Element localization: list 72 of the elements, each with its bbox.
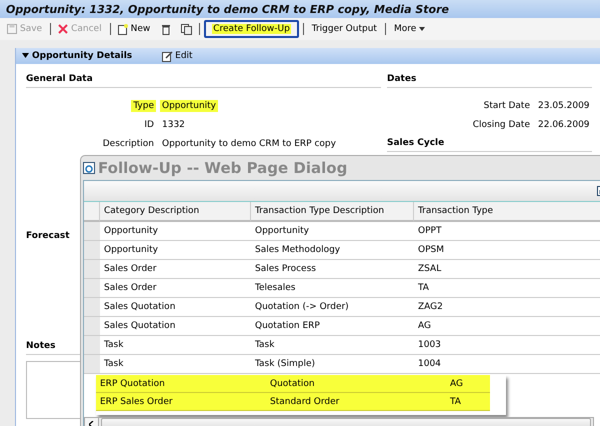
field-label: ID xyxy=(143,118,155,130)
row-selector[interactable] xyxy=(84,241,100,260)
section-title: Forecast xyxy=(26,231,70,241)
collapse-icon[interactable] xyxy=(22,53,29,58)
table-header xyxy=(84,202,100,222)
column-header[interactable]: Category Description xyxy=(100,202,251,222)
field-label: Start Date xyxy=(482,100,531,112)
row-selector[interactable] xyxy=(84,336,100,355)
table-cell: Sales Order xyxy=(100,279,251,298)
row-selector[interactable] xyxy=(84,279,100,298)
table-cell: Opportunity xyxy=(100,222,251,241)
table-cell-text: ERP Sales Order xyxy=(100,396,174,406)
table-cell: OPPT xyxy=(414,222,600,241)
table-cell: Quotation ERP xyxy=(251,317,414,336)
field-value: Opportunity xyxy=(160,100,218,112)
section-title: Sales Cycle xyxy=(387,134,592,152)
table-cell: Task (Simple) xyxy=(251,355,414,374)
cross-icon xyxy=(58,24,68,34)
window-title: Opportunity: 1332, Opportunity to demo CRM to ERP copy, Media Store xyxy=(0,0,600,18)
column-header[interactable]: Transaction Type Description xyxy=(251,202,414,222)
table-cell: Sales Process xyxy=(251,260,414,279)
table-cell: Sales Methodology xyxy=(251,241,414,260)
field-value: 23.05.2009 xyxy=(537,100,591,112)
table-cell: ZAG2 xyxy=(414,298,600,317)
section-title: Dates xyxy=(387,70,592,88)
field-label: Closing Date xyxy=(472,118,531,130)
toolbar-button[interactable]: Trigger Output xyxy=(308,22,381,36)
table-cell: Task xyxy=(100,355,251,374)
table-cell: Opportunity xyxy=(100,241,251,260)
table-cell: 1004 xyxy=(414,355,600,374)
row-selector[interactable] xyxy=(84,355,100,374)
table-cell: 1003 xyxy=(414,336,600,355)
browser-icon xyxy=(83,162,95,174)
field-label: Description xyxy=(102,138,155,150)
table-cell: Quotation (-> Order) xyxy=(251,298,414,317)
table-cell-text: AG xyxy=(450,378,464,388)
toolbar-button[interactable]: More xyxy=(390,22,428,36)
table-cell: Sales Quotation xyxy=(100,317,251,336)
table-cell-text: ERP Quotation xyxy=(100,378,166,388)
table-cell: Task xyxy=(251,336,414,355)
dialog-title: Follow-Up -- Web Page Dialog xyxy=(98,159,348,177)
table-cell: TA xyxy=(414,279,600,298)
table-cell: Sales Order xyxy=(100,260,251,279)
toolbar-button[interactable]: Create Follow-Up xyxy=(204,20,299,38)
table-cell: Telesales xyxy=(251,279,414,298)
field-value: Opportunity to demo CRM to ERP copy xyxy=(161,138,337,150)
dropdown-icon xyxy=(419,26,426,32)
edit-button[interactable]: Edit xyxy=(162,50,193,62)
table-cell: AG xyxy=(414,317,600,336)
table-cell: OPSM xyxy=(414,241,600,260)
toolbar-button[interactable]: New xyxy=(114,22,154,36)
field-value: 22.06.2009 xyxy=(537,118,591,130)
section-title: General Data xyxy=(26,70,381,88)
table-cell: Task xyxy=(100,336,251,355)
row-selector[interactable] xyxy=(84,222,100,241)
table-cell-text: Standard Order xyxy=(270,396,340,406)
table-cell: Sales Quotation xyxy=(100,298,251,317)
panel-title[interactable]: Opportunity Details xyxy=(22,51,132,61)
column-header[interactable]: Transaction Type xyxy=(414,202,600,222)
table-cell-text: Quotation xyxy=(270,378,316,388)
row-selector[interactable] xyxy=(84,260,100,279)
table-cell: Opportunity xyxy=(251,222,414,241)
new-document-icon xyxy=(118,24,128,34)
field-value: 1332 xyxy=(161,118,186,130)
row-selector[interactable] xyxy=(84,298,100,317)
trash-icon xyxy=(161,24,172,34)
field-label: Type xyxy=(131,100,156,112)
table-cell-text: TA xyxy=(450,396,462,406)
copy-icon xyxy=(181,24,192,34)
table-cell: ZSAL xyxy=(414,260,600,279)
pencil-icon xyxy=(162,50,174,62)
row-selector[interactable] xyxy=(84,317,100,336)
